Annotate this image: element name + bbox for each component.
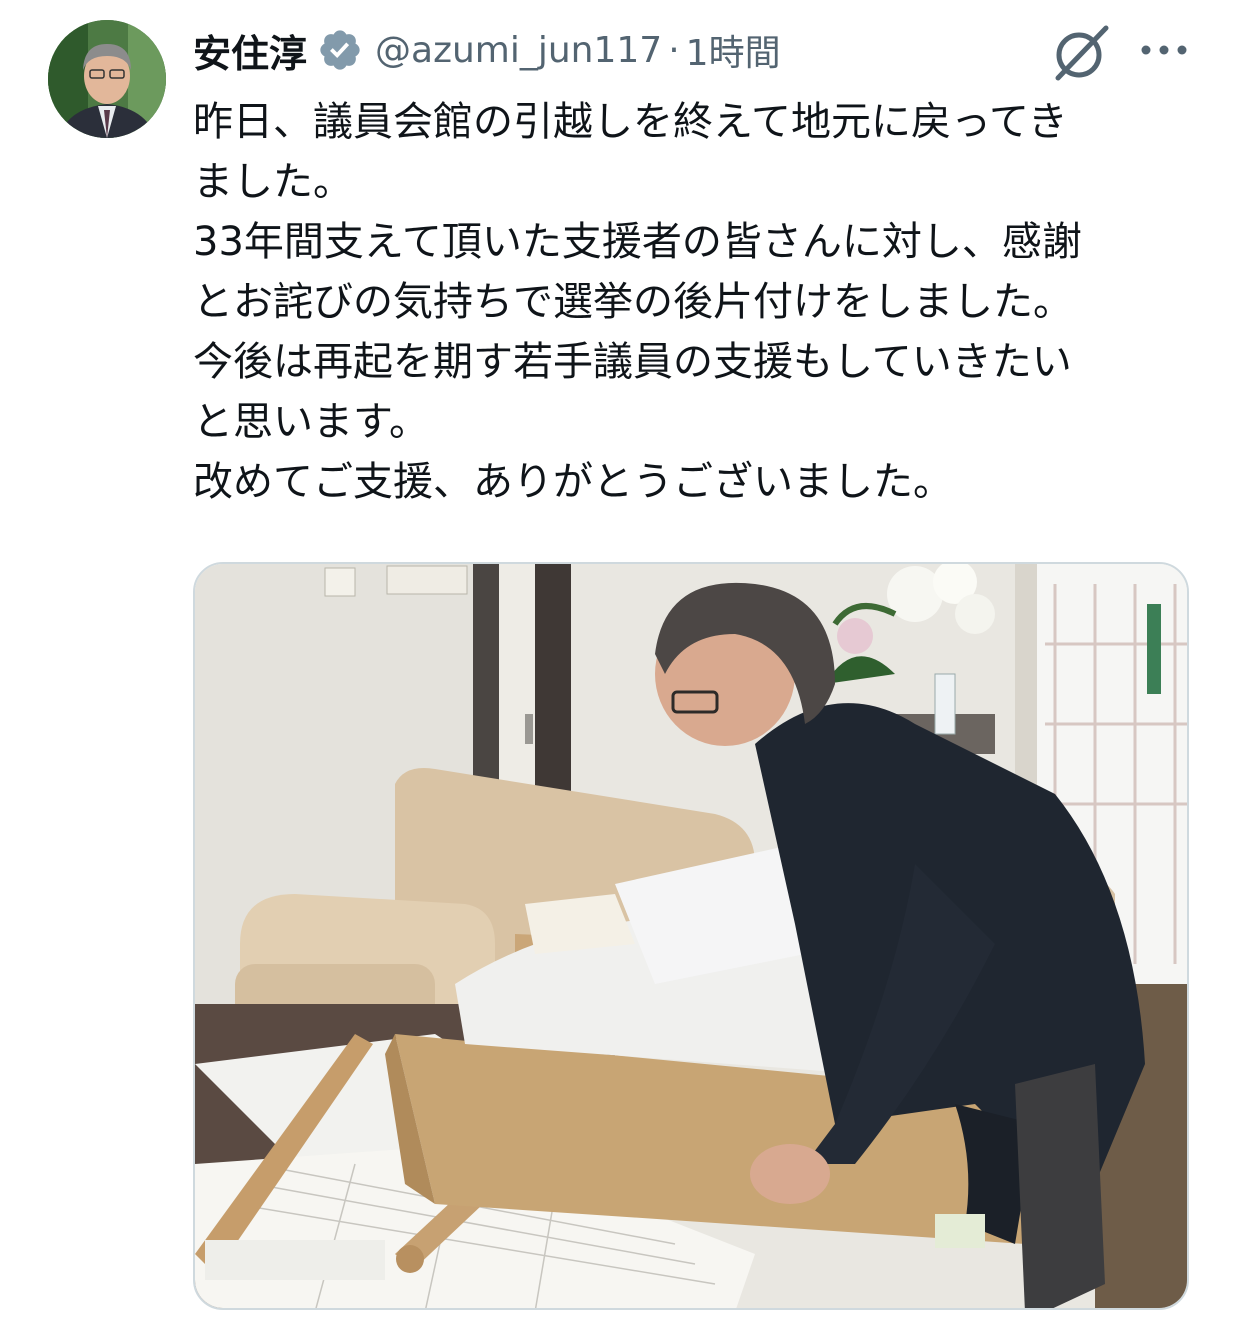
more-options-icon[interactable] bbox=[1136, 28, 1192, 72]
author-name[interactable]: 安住淳 bbox=[193, 23, 307, 78]
tweet-text: 昨日、議員会館の引越しを終えて地元に戻ってき ました。 33年間支えて頂いた支援… bbox=[193, 92, 1193, 512]
grok-icon[interactable] bbox=[1050, 22, 1112, 84]
tweet-line: ました。 bbox=[193, 159, 353, 205]
tweet-line: 33年間支えて頂いた支援者の皆さんに対し、感謝 bbox=[193, 219, 1082, 265]
tweet-line: とお詫びの気持ちで選挙の後片付けをしました。 bbox=[193, 279, 1073, 325]
tweet-photo[interactable] bbox=[193, 562, 1189, 1310]
tweet-line: 昨日、議員会館の引越しを終えて地元に戻ってき bbox=[193, 99, 1068, 145]
tweet-line: と思います。 bbox=[193, 399, 429, 445]
photo-man-carrying-boxes bbox=[195, 564, 1187, 1308]
avatar-image bbox=[48, 20, 166, 138]
tweet-timestamp[interactable]: 1時間 bbox=[686, 24, 781, 76]
verified-badge-icon bbox=[320, 30, 360, 70]
separator-dot: · bbox=[668, 29, 680, 71]
tweet-line: 今後は再起を期す若手議員の支援もしていきたい bbox=[193, 339, 1072, 385]
author-handle[interactable]: @azumi_jun117 bbox=[375, 30, 662, 71]
tweet-header: 安住淳 @azumi_jun117 · 1時間 bbox=[193, 18, 1193, 82]
author-avatar[interactable] bbox=[48, 20, 166, 138]
tweet-line: 改めてご支援、ありがとうございました。 bbox=[193, 459, 953, 505]
